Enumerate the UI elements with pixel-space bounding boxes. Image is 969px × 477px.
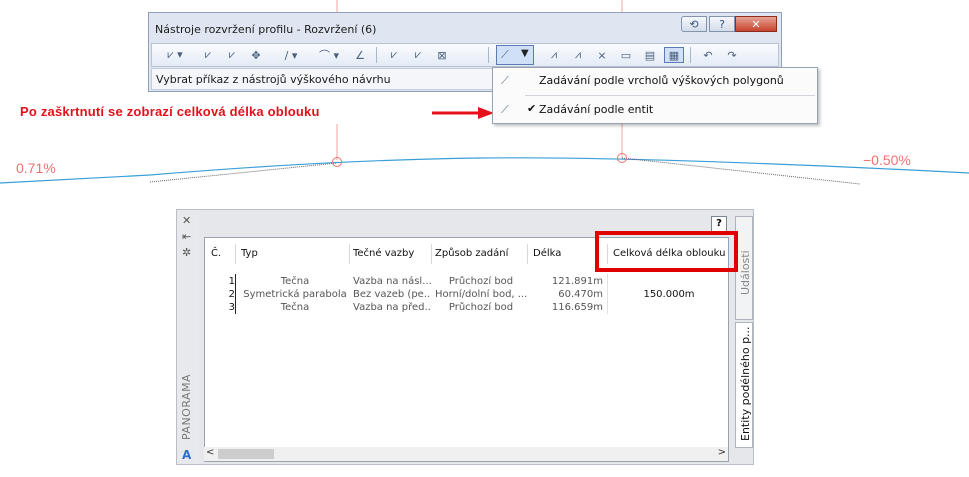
column-separator (235, 244, 236, 264)
fixed-tangent-icon[interactable]: ∕ ▾ (276, 47, 306, 63)
cell-number: 2 (228, 289, 235, 300)
insert-pvi-icon[interactable]: ⩗ (198, 47, 218, 63)
float-curve-icon[interactable]: ∠ (350, 47, 370, 63)
cell-type: Tečna (280, 302, 310, 313)
scroll-thumb[interactable] (218, 449, 274, 459)
redo-icon[interactable]: ↷ (722, 47, 742, 63)
column-header-number[interactable]: Č. (211, 248, 221, 259)
delete-entity-icon[interactable]: ⨯ (592, 47, 612, 63)
autodesk-logo-icon: A (182, 448, 192, 462)
pvi-mode-icon: ⟋ (501, 48, 509, 61)
cell-length: 116.659m (551, 302, 603, 313)
help-button[interactable]: ? (711, 216, 727, 232)
column-separator (527, 244, 528, 264)
row-gutter-line (235, 274, 236, 314)
curve-icon[interactable]: ⌒ ▾ (312, 47, 346, 63)
sub-entity-editor-icon[interactable]: ▤ (640, 47, 660, 63)
separator (488, 47, 489, 63)
tangent-dotted (149, 157, 861, 185)
horizontal-scrollbar[interactable]: < > (204, 447, 728, 461)
menu-divider (525, 95, 815, 96)
column-separator (349, 244, 350, 264)
cell-type: Tečna (280, 276, 310, 287)
table-row[interactable]: 1 Tečna Vazba na násl... Průchozí bod 12… (205, 276, 728, 288)
pin-icon[interactable]: ⇤ (182, 230, 191, 243)
copy-profile-icon[interactable]: ⩗ (408, 47, 428, 63)
annotation-text: Po zaškrtnutí se zobrazí celková délka o… (20, 104, 320, 119)
table-row[interactable]: 3 Tečna Vazba na před... Průchozí bod 11… (205, 302, 728, 314)
cell-number: 3 (228, 302, 235, 313)
window-controls: ⟲ ? ✕ (681, 16, 777, 34)
cell-constraints: Bez vazeb (pe... (353, 289, 431, 300)
relocate-icon[interactable]: ⟲ (681, 16, 707, 32)
chevron-down-icon: ▼ (521, 48, 529, 59)
grade-right-label: −0.50% (863, 152, 911, 168)
profile-grid-icon[interactable]: ⊠ (432, 47, 452, 63)
menu-item-entity-based[interactable]: ⟋ ✔ Zadávání podle entit (493, 97, 817, 123)
toolbar-title: Nástroje rozvržení profilu - Rozvržení (… (155, 23, 377, 36)
tab-profile-entities[interactable]: Entity podélného p... (735, 322, 753, 448)
table-row[interactable]: 2 Symetrická parabola Bez vazeb (pe... H… (205, 289, 728, 301)
delete-pvi-icon[interactable]: ⩗ (222, 47, 242, 63)
toolbar-buttons: ⩗ ▾ ⩗ ⩗ ✥ ∕ ▾ ⌒ ▾ ∠ ⩗ ⩗ ⊠ ⟋ ▼ ⩘ ⩘ ⨯ ▭ ▤ … (151, 43, 779, 67)
pvi-mode-icon: ⟋ (501, 74, 509, 87)
select-pvi-icon[interactable]: ▭ (616, 47, 636, 63)
column-header-input-method[interactable]: Způsob zadání (435, 248, 508, 259)
column-header-constraints[interactable]: Tečné vazby (353, 248, 414, 259)
pvi-geometry-icon[interactable]: ⩘ (568, 47, 588, 63)
entity-mode-icon: ⟋ (501, 103, 509, 116)
move-pvi-icon[interactable]: ✥ (246, 47, 266, 63)
palette-title: PANORAMA (180, 373, 193, 440)
tab-label: Události (739, 250, 752, 295)
entity-mode-menu: ⟋ Zadávání podle vrcholů výškových polyg… (492, 67, 818, 124)
scroll-left-icon[interactable]: < (206, 447, 214, 458)
pvi-edit-icon[interactable]: ⩘ (544, 47, 564, 63)
close-icon[interactable]: ✕ (182, 214, 191, 227)
separator (376, 47, 377, 63)
cell-number: 1 (228, 276, 235, 287)
column-header-length[interactable]: Délka (533, 248, 561, 259)
canvas: 0.71% −0.50% Nástroje rozvržení profilu … (0, 0, 969, 477)
menu-item-pvi-based[interactable]: ⟋ Zadávání podle vrcholů výškových polyg… (493, 68, 817, 94)
draw-tangents-icon[interactable]: ⩗ ▾ (160, 47, 190, 63)
scroll-right-icon[interactable]: > (718, 447, 726, 458)
column-separator (431, 244, 432, 264)
tab-label: Entity podélného p... (739, 326, 752, 441)
separator (690, 47, 691, 63)
menu-item-label: Zadávání podle vrcholů výškových polygon… (539, 74, 784, 87)
profile-curve (0, 157, 969, 184)
cell-type: Symetrická parabola (243, 289, 347, 300)
column-gutter-line (607, 274, 608, 314)
close-button[interactable]: ✕ (735, 16, 777, 32)
palette-sidebar: ✕ ⇤ ✲ PANORAMA A (177, 210, 199, 464)
profile-grid-view-icon[interactable]: ▦ (664, 47, 684, 63)
menu-item-label: Zadávání podle entit (539, 103, 654, 116)
column-header-type[interactable]: Typ (241, 248, 258, 259)
cell-length: 121.891m (551, 276, 603, 287)
grade-left-label: 0.71% (16, 160, 56, 176)
highlight-box (595, 231, 738, 272)
raise-lower-icon[interactable]: ⩗ (384, 47, 404, 63)
cell-input-method: Průchozí bod (448, 302, 514, 313)
cell-constraints: Vazba na násl... (353, 276, 431, 287)
cell-constraints: Vazba na před... (353, 302, 431, 313)
help-button[interactable]: ? (709, 16, 735, 32)
cell-input-method: Průchozí bod (448, 276, 514, 287)
check-icon: ✔ (527, 102, 537, 115)
settings-icon[interactable]: ✲ (182, 246, 191, 259)
cell-input-method: Horní/dolní bod, ... (435, 289, 527, 300)
undo-icon[interactable]: ↶ (698, 47, 718, 63)
cell-length: 60.470m (558, 289, 603, 300)
entity-mode-dropdown-button[interactable]: ⟋ ▼ (496, 45, 534, 65)
cell-total-curve-length[interactable]: 150.000m (611, 289, 727, 300)
